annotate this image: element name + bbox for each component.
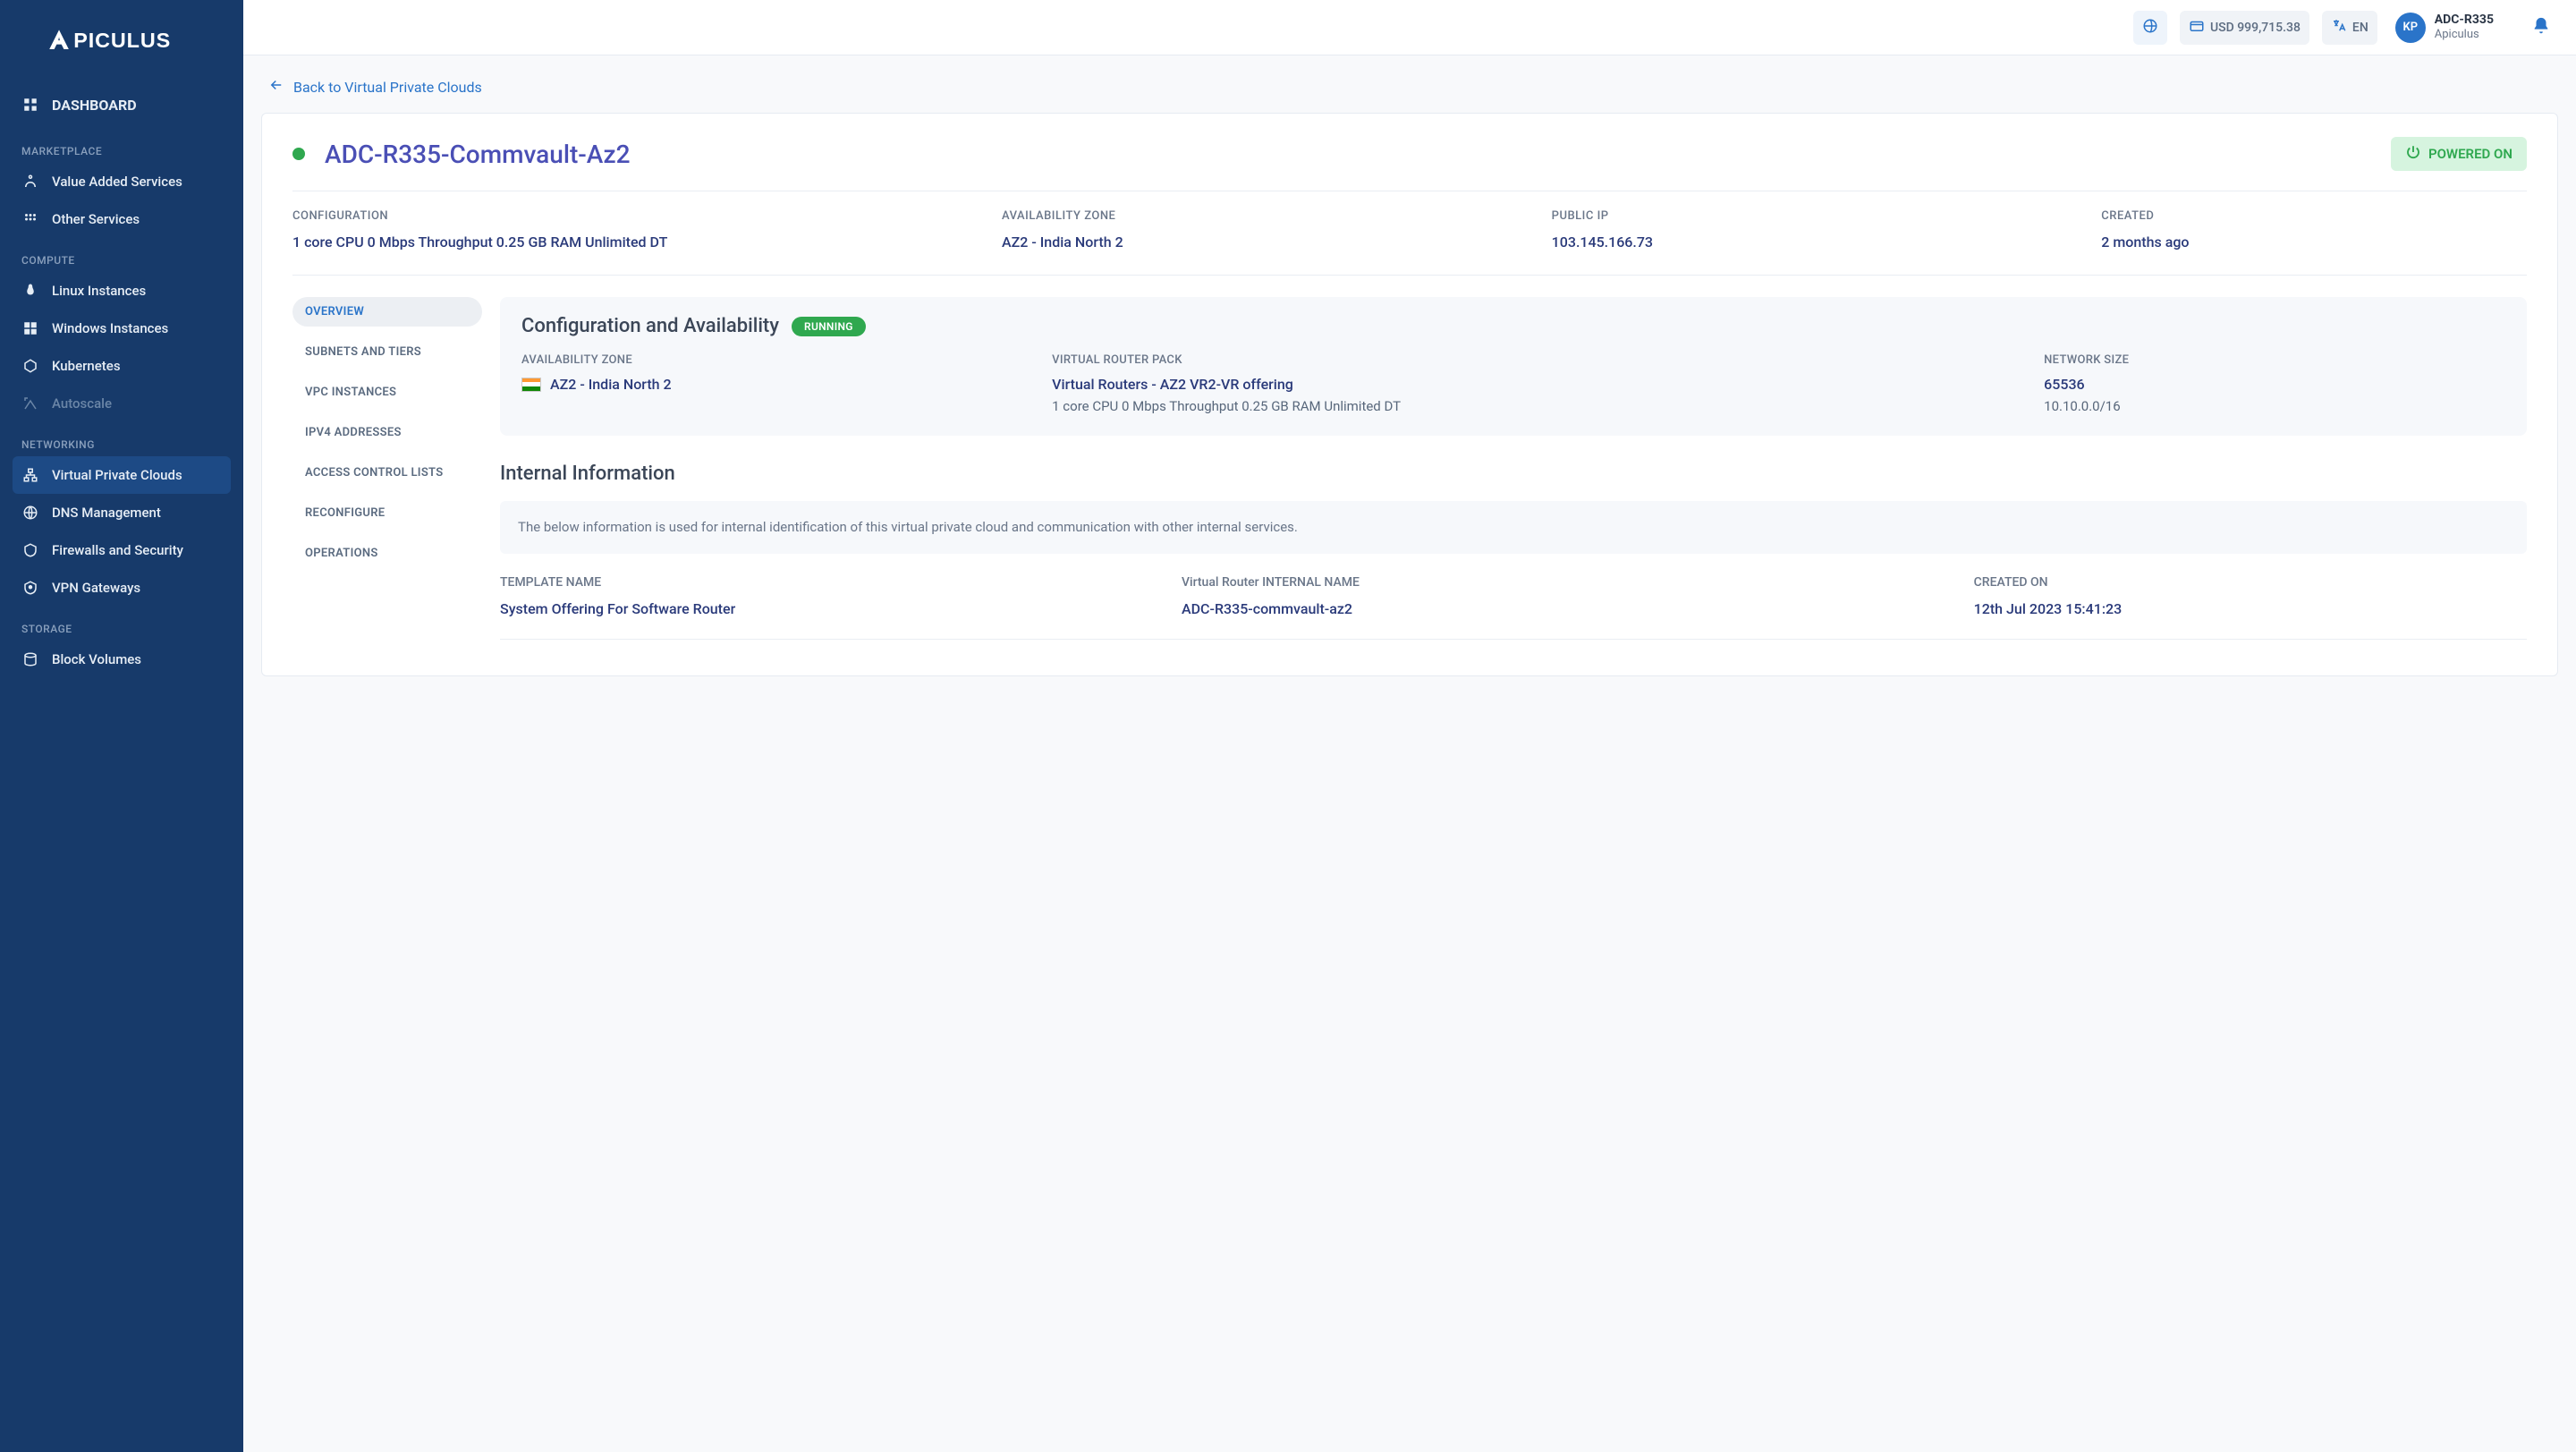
sidebar-item-windows-instances[interactable]: Windows Instances bbox=[0, 310, 243, 347]
user-menu[interactable]: KP ADC-R335 Apiculus bbox=[2395, 13, 2494, 43]
firewall-icon bbox=[21, 541, 39, 559]
globe-icon bbox=[2142, 18, 2158, 38]
power-status-badge[interactable]: POWERED ON bbox=[2391, 137, 2527, 171]
sidebar-section-marketplace: MARKETPLACE bbox=[0, 129, 243, 163]
avatar: KP bbox=[2395, 13, 2426, 43]
subnav-ipv4-addresses[interactable]: IPV4 ADDRESSES bbox=[292, 418, 482, 447]
subnav: OVERVIEW SUBNETS AND TIERS VPC INSTANCES… bbox=[292, 297, 482, 640]
sidebar-item-other-services[interactable]: Other Services bbox=[0, 200, 243, 238]
sidebar-section-compute: COMPUTE bbox=[0, 238, 243, 272]
internal-template-label: TEMPLATE NAME bbox=[500, 575, 1164, 590]
dashboard-icon bbox=[21, 96, 39, 114]
internal-created-value: 12th Jul 2023 15:41:23 bbox=[1974, 600, 2527, 617]
status-dot bbox=[292, 148, 305, 160]
balance-chip[interactable]: USD 999,715.38 bbox=[2180, 11, 2309, 45]
subnav-overview[interactable]: OVERVIEW bbox=[292, 297, 482, 327]
internal-info-description: The below information is used for intern… bbox=[500, 501, 2527, 554]
windows-icon bbox=[21, 319, 39, 337]
cfg-az-label: AVAILABILITY ZONE bbox=[521, 353, 1034, 367]
cfg-ns-value: 65536 bbox=[2044, 376, 2505, 393]
svg-text:PICULUS: PICULUS bbox=[73, 29, 171, 52]
services-icon bbox=[21, 173, 39, 191]
vpc-detail-card: ADC-R335-Commvault-Az2 POWERED ON CONFIG… bbox=[261, 113, 2558, 676]
region-button[interactable] bbox=[2133, 11, 2167, 45]
summary-created-value: 2 months ago bbox=[2101, 232, 2527, 253]
internal-vr-label: Virtual Router INTERNAL NAME bbox=[1182, 575, 1956, 590]
kubernetes-icon bbox=[21, 357, 39, 375]
internal-created-label: CREATED ON bbox=[1974, 575, 2527, 590]
summary-config-label: CONFIGURATION bbox=[292, 209, 984, 223]
subnav-operations[interactable]: OPERATIONS bbox=[292, 539, 482, 568]
summary-config-value: 1 core CPU 0 Mbps Throughput 0.25 GB RAM… bbox=[292, 232, 984, 253]
user-account-id: ADC-R335 bbox=[2435, 13, 2494, 28]
cfg-ns-sub: 10.10.0.0/16 bbox=[2044, 398, 2505, 414]
cfg-ns-label: NETWORK SIZE bbox=[2044, 353, 2505, 367]
language-selector[interactable]: EN bbox=[2322, 11, 2377, 45]
sidebar-item-vpn-gateways[interactable]: VPN Gateways bbox=[0, 569, 243, 607]
cfg-az-value: AZ2 - India North 2 bbox=[550, 376, 672, 393]
config-panel-title: Configuration and Availability bbox=[521, 315, 779, 337]
subnav-access-control-lists[interactable]: ACCESS CONTROL LISTS bbox=[292, 458, 482, 488]
cfg-vrp-value: Virtual Routers - AZ2 VR2-VR offering bbox=[1052, 376, 2026, 393]
sidebar-section-networking: NETWORKING bbox=[0, 422, 243, 456]
globe-icon bbox=[21, 504, 39, 522]
summary-az-label: AVAILABILITY ZONE bbox=[1002, 209, 1534, 223]
back-link[interactable]: Back to Virtual Private Clouds bbox=[268, 77, 482, 97]
power-icon bbox=[2405, 144, 2421, 164]
sidebar-item-dns-management[interactable]: DNS Management bbox=[0, 494, 243, 531]
summary-created-label: CREATED bbox=[2101, 209, 2527, 223]
sidebar-item-virtual-private-clouds[interactable]: Virtual Private Clouds bbox=[13, 456, 231, 494]
sidebar-item-autoscale[interactable]: Autoscale bbox=[0, 385, 243, 422]
summary-ip-label: PUBLIC IP bbox=[1552, 209, 2084, 223]
sidebar-item-kubernetes[interactable]: Kubernetes bbox=[0, 347, 243, 385]
summary-ip-value: 103.145.166.73 bbox=[1552, 232, 2084, 253]
sidebar-section-storage: STORAGE bbox=[0, 607, 243, 641]
sidebar-item-dashboard[interactable]: DASHBOARD bbox=[0, 86, 243, 123]
sidebar-item-firewalls-security[interactable]: Firewalls and Security bbox=[0, 531, 243, 569]
internal-info-title: Internal Information bbox=[500, 463, 2527, 485]
sidebar-item-value-added-services[interactable]: Value Added Services bbox=[0, 163, 243, 200]
brand-logo: PICULUS bbox=[0, 0, 243, 86]
page-title: ADC-R335-Commvault-Az2 bbox=[325, 140, 631, 169]
config-availability-panel: Configuration and Availability RUNNING A… bbox=[500, 297, 2527, 436]
translate-icon bbox=[2331, 18, 2347, 38]
wallet-icon bbox=[2189, 18, 2205, 38]
internal-vr-value: ADC-R335-commvault-az2 bbox=[1182, 600, 1956, 617]
internal-template-value: System Offering For Software Router bbox=[500, 600, 1164, 617]
vpc-icon bbox=[21, 466, 39, 484]
subnav-reconfigure[interactable]: RECONFIGURE bbox=[292, 498, 482, 528]
running-pill: RUNNING bbox=[792, 317, 866, 336]
cfg-vrp-sub: 1 core CPU 0 Mbps Throughput 0.25 GB RAM… bbox=[1052, 398, 2026, 414]
sidebar-item-linux-instances[interactable]: Linux Instances bbox=[0, 272, 243, 310]
notifications-button[interactable] bbox=[2531, 16, 2551, 39]
subnav-vpc-instances[interactable]: VPC INSTANCES bbox=[292, 378, 482, 407]
sidebar: PICULUS DASHBOARD MARKETPLACE Value Adde… bbox=[0, 0, 243, 1452]
balance-amount: USD 999,715.38 bbox=[2210, 21, 2301, 35]
cfg-vrp-label: VIRTUAL ROUTER PACK bbox=[1052, 353, 2026, 367]
autoscale-icon bbox=[21, 395, 39, 412]
vpn-icon bbox=[21, 579, 39, 597]
user-org-name: Apiculus bbox=[2435, 28, 2494, 42]
topbar: USD 999,715.38 EN KP ADC-R335 Apiculus bbox=[243, 0, 2576, 55]
subnav-subnets-tiers[interactable]: SUBNETS AND TIERS bbox=[292, 337, 482, 367]
sidebar-item-block-volumes[interactable]: Block Volumes bbox=[0, 641, 243, 678]
sidebar-dashboard-label: DASHBOARD bbox=[52, 97, 137, 114]
language-code: EN bbox=[2352, 21, 2368, 35]
summary-az-value: AZ2 - India North 2 bbox=[1002, 232, 1534, 253]
linux-icon bbox=[21, 282, 39, 300]
india-flag-icon bbox=[521, 378, 541, 392]
grid-icon bbox=[21, 210, 39, 228]
arrow-left-icon bbox=[268, 77, 284, 97]
volumes-icon bbox=[21, 650, 39, 668]
